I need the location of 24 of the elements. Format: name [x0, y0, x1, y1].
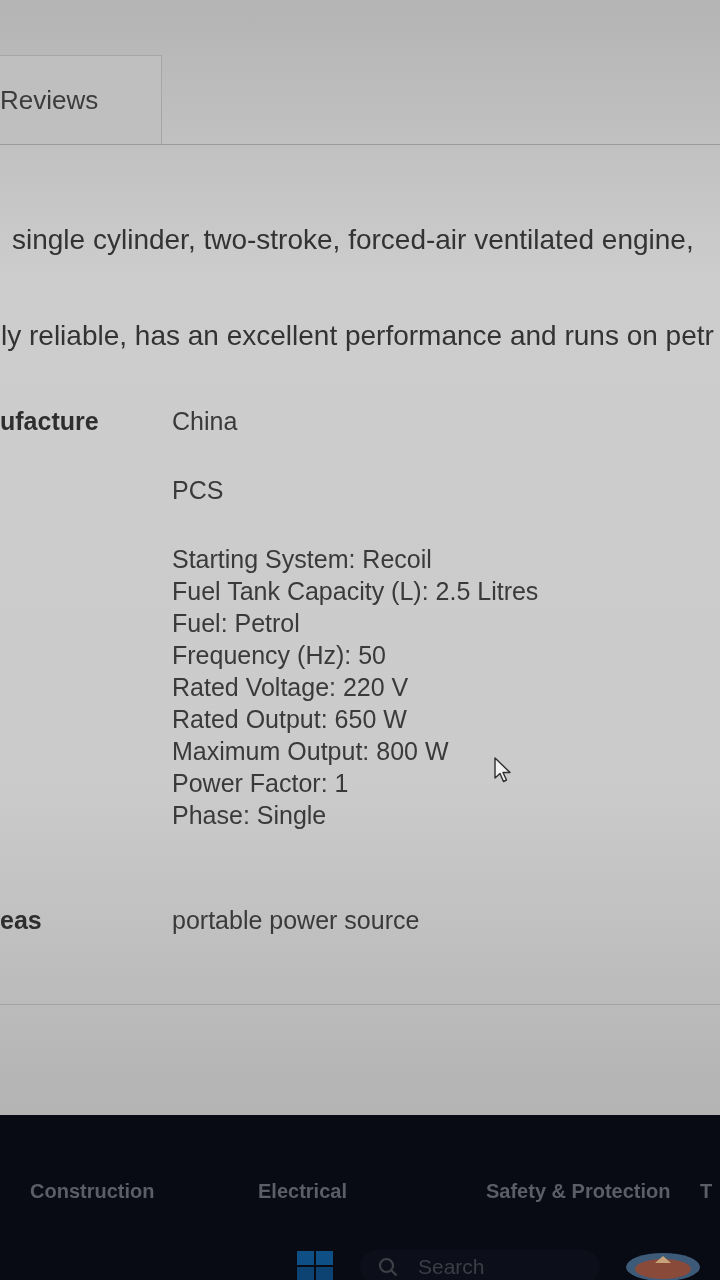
spec-value: Power Factor: 1: [172, 768, 349, 799]
footer-link[interactable]: Construction: [30, 1179, 155, 1203]
spec-value: Maximum Output: 800 W: [172, 736, 449, 767]
spec-value: portable power source: [172, 905, 420, 936]
spec-value: Fuel Tank Capacity (L): 2.5 Litres: [172, 576, 539, 607]
footer-link[interactable]: T: [700, 1179, 713, 1203]
reviews-tab[interactable]: Reviews: [0, 55, 162, 144]
description-text: ly reliable, has an excellent performance and runs on petr: [0, 319, 715, 353]
spec-label: ufacture: [0, 407, 99, 435]
spec-value: PCS: [172, 475, 224, 506]
spec-value: Rated Output: 650 W: [172, 704, 407, 735]
round-app-icon[interactable]: [625, 1251, 701, 1280]
spec-value: China: [172, 406, 238, 437]
spec-value: Starting System: Recoil: [172, 544, 432, 575]
spec-value: Rated Voltage: 220 V: [172, 672, 409, 703]
footer-link[interactable]: Safety & Protection: [486, 1179, 671, 1203]
mouse-cursor-icon: [494, 757, 512, 783]
description-text: single cylinder, two-stroke, forced-air ventilated engine,: [11, 223, 695, 257]
footer-link[interactable]: Electrical: [258, 1179, 347, 1203]
spec-label: eas: [0, 906, 42, 934]
search-icon: [378, 1257, 398, 1277]
spec-value: Fuel: Petrol: [172, 608, 300, 639]
spec-value: Phase: Single: [172, 800, 327, 831]
spec-value: Frequency (Hz): 50: [172, 640, 386, 671]
